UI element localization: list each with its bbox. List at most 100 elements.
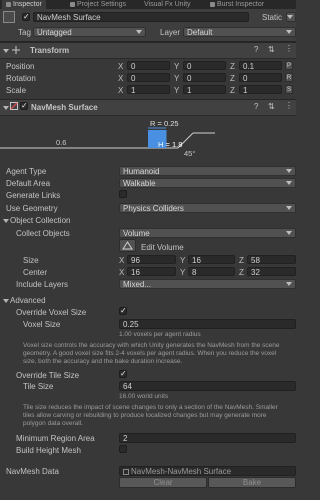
position-label: Position — [6, 62, 35, 71]
object-active-checkbox[interactable]: ✓ — [22, 13, 30, 21]
bake-button[interactable]: Bake — [208, 477, 296, 488]
burst-icon — [210, 1, 215, 7]
position-z-field[interactable]: 0.1 — [239, 61, 282, 70]
axis-x-label[interactable]: X — [119, 256, 124, 265]
advanced-label[interactable]: Advanced — [10, 296, 46, 305]
scale-y-field[interactable]: 1 — [183, 85, 226, 94]
generate-links-label: Generate Links — [6, 191, 61, 200]
rotation-y-field[interactable]: 0 — [183, 73, 226, 82]
help-icon[interactable]: ? — [254, 45, 258, 54]
scale-x-field[interactable]: 1 — [127, 85, 170, 94]
rotation-label: Rotation — [6, 74, 36, 83]
center-z-field[interactable]: 32 — [247, 267, 296, 276]
object-collection-foldout-icon[interactable] — [3, 219, 9, 223]
tile-size-field[interactable]: 64 — [119, 381, 296, 391]
layer-label: Layer — [160, 28, 181, 37]
scale-reset-button[interactable]: S — [285, 85, 293, 94]
build-height-checkbox[interactable] — [119, 445, 127, 453]
radius-text: R = 0.25 — [150, 119, 179, 128]
static-label: Static — [262, 13, 283, 22]
transform-title: Transform — [30, 46, 70, 55]
default-area-dropdown[interactable]: Walkable — [119, 178, 296, 188]
axis-y-label[interactable]: Y — [174, 86, 179, 95]
rotation-z-field[interactable]: 0 — [239, 73, 282, 82]
layer-dropdown[interactable]: Default — [183, 27, 296, 37]
collect-objects-label: Collect Objects — [16, 229, 70, 238]
default-area-label: Default Area — [6, 179, 51, 188]
include-layers-label: Include Layers — [16, 280, 69, 289]
inspector-tab-icon — [6, 1, 11, 7]
axis-z-label[interactable]: Z — [230, 86, 235, 95]
tile-size-label: Tile Size — [23, 382, 54, 391]
axis-x-label[interactable]: X — [118, 62, 123, 71]
center-label: Center — [23, 268, 48, 277]
scale-z-field[interactable]: 1 — [239, 85, 282, 94]
axis-x-label[interactable]: X — [118, 74, 123, 83]
generate-links-checkbox[interactable] — [119, 190, 127, 198]
axis-z-label[interactable]: Z — [239, 268, 244, 277]
help-icon[interactable]: ? — [254, 102, 258, 111]
include-layers-dropdown[interactable]: Mixed... — [119, 279, 296, 289]
height-text: H = 1.8 — [158, 140, 182, 149]
axis-z-label[interactable]: Z — [230, 74, 235, 83]
axis-x-label[interactable]: X — [118, 86, 123, 95]
gear-icon — [70, 1, 75, 7]
presets-icon[interactable]: ⇅ — [268, 102, 275, 111]
axis-y-label[interactable]: Y — [174, 62, 179, 71]
voxel-size-field[interactable]: 0.25 — [119, 319, 296, 329]
rotation-reset-button[interactable]: R — [285, 73, 293, 82]
size-z-field[interactable]: 58 — [247, 255, 296, 264]
center-x-field[interactable]: 16 — [127, 267, 176, 276]
advanced-foldout-icon[interactable] — [3, 299, 9, 303]
size-x-field[interactable]: 96 — [127, 255, 176, 264]
edit-volume-label: Edit Volume — [141, 243, 184, 252]
axis-y-label[interactable]: Y — [180, 268, 185, 277]
axis-y-label[interactable]: Y — [174, 74, 179, 83]
edit-volume-button[interactable] — [119, 239, 136, 252]
center-y-field[interactable]: 8 — [188, 267, 235, 276]
tab-inspector[interactable]: Inspector — [2, 0, 46, 9]
size-y-field[interactable]: 16 — [188, 255, 235, 264]
tag-dropdown[interactable]: Untagged — [33, 27, 146, 37]
override-tile-checkbox[interactable]: ✓ — [119, 370, 127, 378]
tab-burst-inspector[interactable]: Burst Inspector — [206, 0, 268, 9]
object-collection-label[interactable]: Object Collection — [10, 216, 70, 225]
presets-icon[interactable]: ⇅ — [268, 45, 275, 54]
agent-diagram: R = 0.25 H = 1.8 0.6 45° — [0, 116, 296, 162]
collect-objects-dropdown[interactable]: Volume — [119, 228, 296, 238]
tab-visual-fx[interactable]: Visual Fx Unity — [140, 0, 195, 9]
scale-label: Scale — [6, 86, 27, 95]
use-geometry-dropdown[interactable]: Physics Colliders — [119, 203, 296, 213]
agent-diagram-svg: R = 0.25 H = 1.8 0.6 45° — [0, 119, 215, 158]
transform-foldout-icon[interactable] — [3, 49, 9, 53]
edit-bounds-icon — [122, 241, 133, 250]
min-region-field[interactable]: 2 — [119, 433, 296, 443]
rotation-x-field[interactable]: 0 — [127, 73, 170, 82]
slope-text: 45° — [184, 149, 195, 158]
static-dropdown[interactable] — [286, 12, 296, 22]
agent-type-dropdown[interactable]: Humanoid — [119, 166, 296, 176]
navmesh-script-icon — [10, 102, 18, 110]
axis-y-label[interactable]: Y — [180, 256, 185, 265]
tile-help-text: Tile size reduces the impact of scene ch… — [23, 404, 278, 427]
clear-button[interactable]: Clear — [119, 477, 207, 488]
position-x-field[interactable]: 0 — [127, 61, 170, 70]
position-reset-button[interactable]: P — [285, 61, 293, 70]
tab-project-settings[interactable]: Project Settings — [66, 0, 130, 9]
navmesh-foldout-icon[interactable] — [3, 106, 9, 110]
override-tile-label: Override Tile Size — [16, 371, 80, 380]
navmesh-data-label: NavMesh Data — [6, 467, 59, 476]
more-options-icon[interactable]: ⋮ — [285, 101, 293, 110]
more-options-icon[interactable]: ⋮ — [285, 44, 293, 53]
navmesh-enabled-checkbox[interactable]: ✓ — [20, 102, 28, 110]
axis-z-label[interactable]: Z — [239, 256, 244, 265]
voxel-size-label: Voxel Size — [23, 320, 61, 329]
position-y-field[interactable]: 0 — [183, 61, 226, 70]
transform-icon — [12, 46, 20, 54]
object-name-field[interactable]: NavMesh Surface — [33, 12, 249, 22]
axis-x-label[interactable]: X — [119, 268, 124, 277]
override-voxel-checkbox[interactable]: ✓ — [119, 307, 127, 315]
gameobject-icon — [3, 11, 15, 23]
axis-z-label[interactable]: Z — [230, 62, 235, 71]
navmesh-data-field[interactable]: NavMesh-NavMesh Surface — [119, 466, 296, 476]
